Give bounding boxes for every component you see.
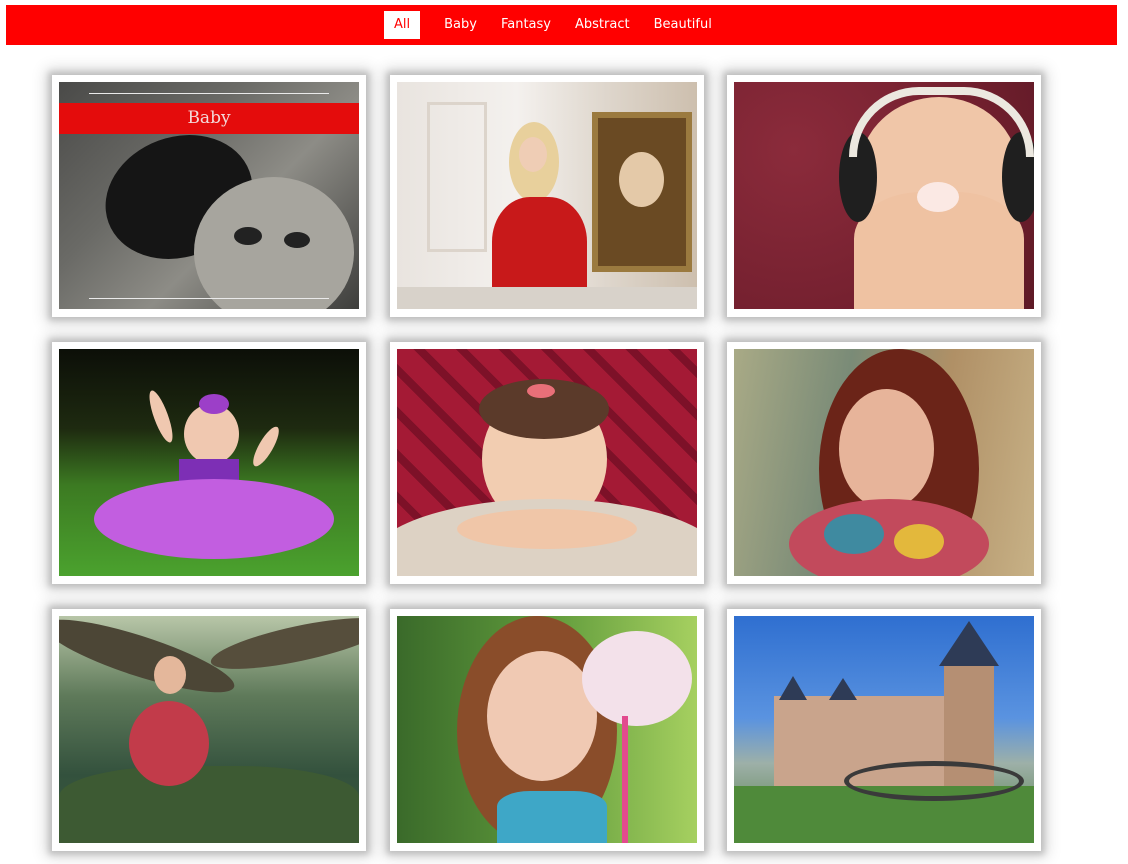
gallery-card[interactable]: Baby: [52, 75, 366, 317]
filter-menu: All Baby Fantasy Abstract Beautiful: [384, 11, 727, 39]
gallery-card[interactable]: [52, 609, 366, 851]
filter-beautiful[interactable]: Beautiful: [645, 11, 721, 39]
woman-red-hair-photo: [734, 349, 1034, 576]
girl-cotton-candy-photo: [397, 616, 697, 843]
baby-with-cap-photo: Baby: [59, 82, 359, 309]
baby-headphones-photo: [734, 82, 1034, 309]
gallery-card[interactable]: [727, 75, 1041, 317]
castle-photo: [734, 616, 1034, 843]
filter-abstract[interactable]: Abstract: [566, 11, 639, 39]
girl-red-dress-photo: [397, 82, 697, 309]
top-nav-bar: All Baby Fantasy Abstract Beautiful: [6, 5, 1117, 45]
filter-baby[interactable]: Baby: [435, 11, 486, 39]
gallery-card[interactable]: [727, 342, 1041, 584]
girl-on-mossy-tree-photo: [59, 616, 359, 843]
gallery-card[interactable]: [52, 342, 366, 584]
filter-all[interactable]: All: [384, 11, 421, 39]
gallery-card[interactable]: [390, 342, 704, 584]
baby-on-rug-photo: [397, 349, 697, 576]
baby-purple-tutu-photo: [59, 349, 359, 576]
gallery-card[interactable]: [390, 609, 704, 851]
filter-fantasy[interactable]: Fantasy: [492, 11, 560, 39]
gallery-card[interactable]: [727, 609, 1041, 851]
gallery-card[interactable]: [390, 75, 704, 317]
card-caption: Baby: [59, 103, 359, 134]
